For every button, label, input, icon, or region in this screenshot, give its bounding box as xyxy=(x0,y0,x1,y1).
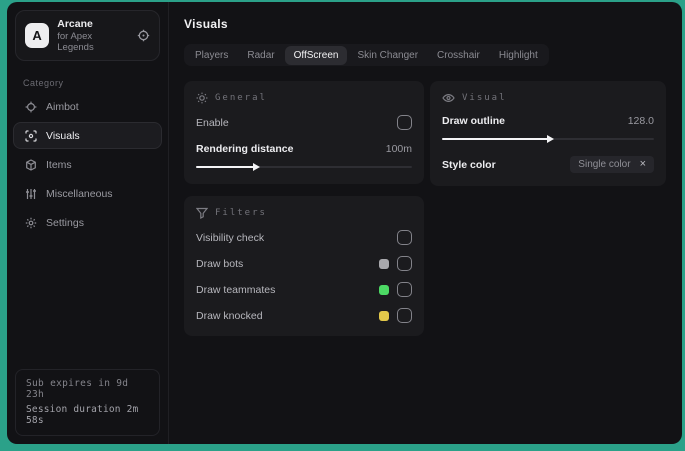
session-duration-text: Session duration 2m 58s xyxy=(26,404,139,426)
draw-outline-value: 128.0 xyxy=(627,115,654,127)
slider-fill[interactable] xyxy=(442,138,548,140)
app-window: A Arcane for Apex Legends Category Aimbo… xyxy=(7,2,682,444)
panel-title: General xyxy=(215,93,267,103)
target-icon[interactable] xyxy=(137,29,150,42)
main-content: Visuals Players Radar OffScreen Skin Cha… xyxy=(169,2,682,444)
draw-bots-checkbox[interactable] xyxy=(397,256,412,271)
app-subtitle: for Apex Legends xyxy=(57,31,94,53)
sidebar-item-items[interactable]: Items xyxy=(13,151,162,178)
sidebar-item-aimbot[interactable]: Aimbot xyxy=(13,93,162,120)
app-name: Arcane xyxy=(57,18,93,30)
visibility-check-checkbox[interactable] xyxy=(397,230,412,245)
sidebar-item-label: Settings xyxy=(46,216,84,229)
tab-skin-changer[interactable]: Skin Changer xyxy=(348,46,427,64)
subscription-card: Sub expires in 9d 23h Session duration 2… xyxy=(15,369,160,436)
sidebar-item-label: Aimbot xyxy=(46,100,79,113)
draw-knocked-checkbox[interactable] xyxy=(397,308,412,323)
draw-teammates-color-swatch[interactable] xyxy=(379,284,389,295)
style-color-select[interactable]: Single color × xyxy=(570,156,654,173)
sidebar-item-visuals[interactable]: Visuals xyxy=(13,122,162,149)
funnel-icon xyxy=(196,207,208,219)
brand-card: A Arcane for Apex Legends xyxy=(15,10,160,61)
sliders-icon xyxy=(24,188,37,200)
app-logo: A xyxy=(25,23,50,48)
draw-bots-label: Draw bots xyxy=(196,257,244,270)
style-color-value: Single color xyxy=(578,159,631,170)
tab-players[interactable]: Players xyxy=(186,46,237,64)
draw-outline-slider[interactable] xyxy=(442,135,654,143)
enable-label: Enable xyxy=(196,116,229,129)
sidebar-item-label: Visuals xyxy=(46,129,80,142)
sidebar-item-miscellaneous[interactable]: Miscellaneous xyxy=(13,180,162,207)
draw-bots-color-swatch[interactable] xyxy=(379,258,389,269)
draw-knocked-label: Draw knocked xyxy=(196,309,263,322)
visual-panel: Visual Draw outline 128.0 Style color Si… xyxy=(430,81,666,186)
style-color-label: Style color xyxy=(442,158,496,171)
tab-highlight[interactable]: Highlight xyxy=(490,46,547,64)
tab-bar: Players Radar OffScreen Skin Changer Cro… xyxy=(184,44,549,66)
sub-expires-text: Sub expires in 9d 23h xyxy=(26,378,129,400)
crosshair-icon xyxy=(24,101,37,113)
tab-radar[interactable]: Radar xyxy=(238,46,283,64)
rendering-distance-slider[interactable] xyxy=(196,163,412,171)
category-label: Category xyxy=(23,78,64,88)
scan-eye-icon xyxy=(24,129,37,142)
tab-crosshair[interactable]: Crosshair xyxy=(428,46,489,64)
page-title: Visuals xyxy=(184,17,228,31)
draw-outline-label: Draw outline xyxy=(442,115,506,127)
tab-offscreen[interactable]: OffScreen xyxy=(284,45,348,65)
enable-checkbox[interactable] xyxy=(397,115,412,130)
rendering-distance-label: Rendering distance xyxy=(196,143,294,155)
draw-teammates-label: Draw teammates xyxy=(196,283,276,296)
sidebar-item-settings[interactable]: Settings xyxy=(13,209,162,236)
panel-title: Visual xyxy=(462,93,507,103)
eye-icon xyxy=(442,92,455,104)
gear-icon xyxy=(24,217,37,229)
panel-title: Filters xyxy=(215,208,267,218)
close-icon[interactable]: × xyxy=(640,159,646,170)
sidebar: A Arcane for Apex Legends Category Aimbo… xyxy=(7,2,169,444)
rendering-distance-value: 100m xyxy=(385,143,412,155)
draw-teammates-checkbox[interactable] xyxy=(397,282,412,297)
slider-fill[interactable] xyxy=(196,166,255,168)
sun-icon xyxy=(196,92,208,104)
sidebar-nav: Aimbot Visuals Items Miscellaneous Setti… xyxy=(7,93,168,236)
draw-knocked-color-swatch[interactable] xyxy=(379,310,389,321)
sidebar-item-label: Miscellaneous xyxy=(46,187,113,200)
cube-icon xyxy=(24,158,37,171)
filters-panel: Filters Visibility check Draw bots Draw … xyxy=(184,196,424,336)
sidebar-item-label: Items xyxy=(46,158,72,171)
general-panel: General Enable Rendering distance 100m xyxy=(184,81,424,184)
visibility-check-label: Visibility check xyxy=(196,231,265,244)
